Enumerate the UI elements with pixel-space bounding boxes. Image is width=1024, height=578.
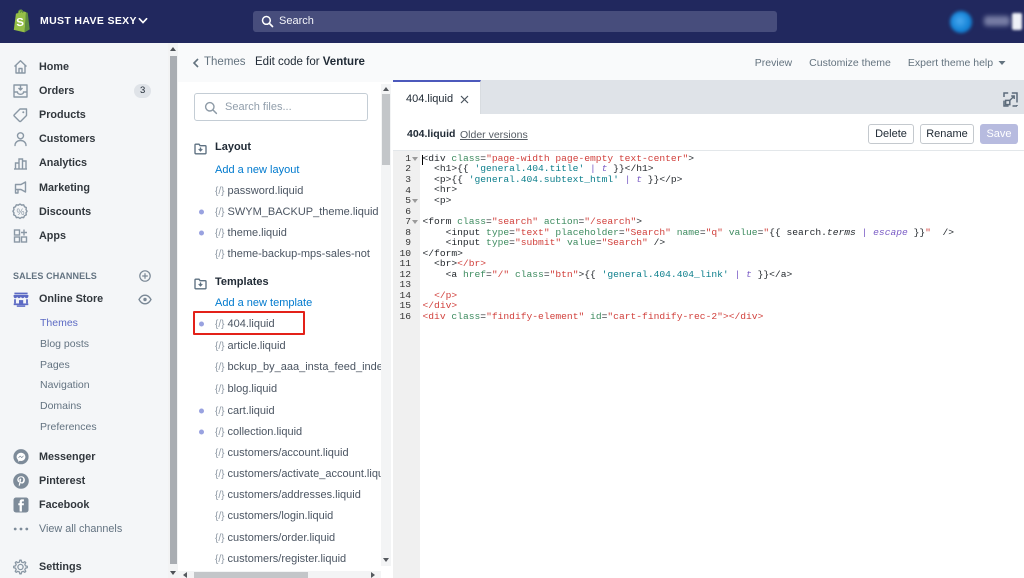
svg-text:%: % (16, 207, 24, 217)
svg-text:S: S (15, 17, 24, 30)
